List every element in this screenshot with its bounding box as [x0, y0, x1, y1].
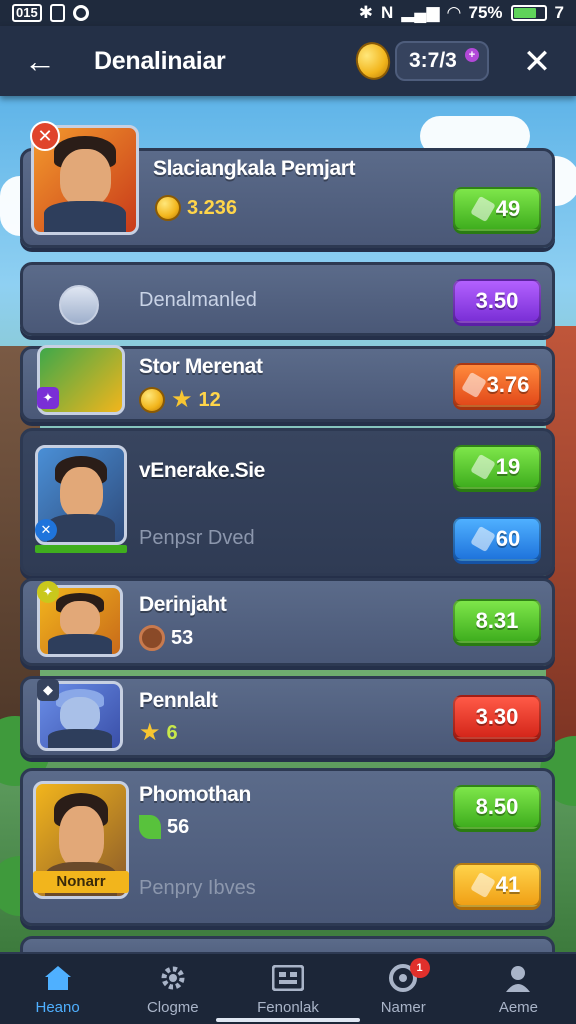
- nav-label: Clogme: [146, 998, 199, 1016]
- nav-item-home[interactable]: Heano: [0, 954, 115, 1024]
- bluetooth-icon: ✱: [358, 3, 373, 22]
- notification-icon: [49, 4, 65, 22]
- rank-badge-icon: ◆: [37, 679, 59, 701]
- nav-label: Heano: [35, 998, 80, 1016]
- home-icon: [42, 963, 74, 993]
- top-app-bar: ← Denalinaiar 3:7/3 + ✕: [0, 26, 576, 96]
- secondary-button[interactable]: 41: [453, 863, 541, 907]
- battery-icon: [510, 5, 547, 21]
- tag-icon: [460, 371, 487, 399]
- buy-button[interactable]: 8.50: [453, 785, 541, 829]
- list-item[interactable]: Denalmanled 3.50: [20, 262, 555, 336]
- list-item[interactable]: ✕ vEnerake.Sie Penpsr Dved 19 60: [20, 428, 555, 576]
- item-stat: ★ 6: [139, 719, 178, 746]
- nav-item-collection[interactable]: Fenonlak: [230, 954, 345, 1024]
- bottom-navigation: Heano Clogme Fenonlak 1 Namer Aeme: [0, 952, 576, 1024]
- back-arrow-icon[interactable]: ←: [20, 41, 60, 81]
- buy-button[interactable]: 49: [453, 187, 541, 231]
- tag-icon: [469, 453, 496, 481]
- page-title: Denalinaiar: [94, 46, 226, 75]
- wifi-icon: ◠: [447, 3, 461, 22]
- coin-icon: [139, 387, 165, 413]
- item-stat: 53: [139, 625, 193, 651]
- chip-icon: [139, 625, 165, 651]
- nfc-icon: N: [380, 3, 394, 22]
- item-name: Derinjaht: [139, 593, 227, 616]
- buy-button[interactable]: 8.31: [453, 599, 541, 643]
- currency-balance[interactable]: 3:7/3 +: [395, 41, 489, 81]
- tag-icon: [469, 525, 496, 553]
- buy-button[interactable]: 19: [453, 445, 541, 489]
- star-icon: ★: [171, 386, 193, 413]
- secondary-button[interactable]: 60: [453, 517, 541, 561]
- add-currency-icon[interactable]: +: [465, 48, 479, 62]
- item-stat: ★ 12: [139, 387, 221, 413]
- coin-icon: [351, 38, 395, 84]
- leaf-icon: [139, 815, 161, 839]
- item-name: Slaciangkala Pemjart: [153, 157, 356, 180]
- notification-badge: 1: [409, 958, 430, 978]
- nav-item-missions[interactable]: 1 Namer: [346, 954, 461, 1024]
- character-banner: Nonarr: [33, 871, 129, 893]
- coin-icon: [155, 195, 181, 221]
- crossed-swords-icon: ✕: [35, 519, 57, 541]
- shuffle-close-icon[interactable]: ✕: [517, 42, 557, 82]
- list-item[interactable]: Nonarr Phomothan 56 Penpry Ibves 8.50 41: [20, 768, 555, 926]
- status-box: 015: [12, 4, 42, 22]
- item-name: Denalmanled: [139, 289, 257, 311]
- progress-bar: [35, 545, 127, 553]
- tag-icon: [469, 871, 496, 899]
- item-name: Stor Merenat: [139, 355, 263, 378]
- list-item[interactable]: ✦ Stor Merenat ★ 12 3.76: [20, 345, 555, 422]
- gear-icon: [157, 963, 189, 993]
- home-indicator[interactable]: [216, 1018, 360, 1022]
- item-subtitle: Penpsr Dved: [139, 527, 255, 549]
- buy-button[interactable]: 3.30: [453, 695, 541, 739]
- star-icon: ★: [139, 719, 161, 746]
- list-item[interactable]: ✕ Slaciangkala Pemjart 3.236 49: [20, 121, 555, 248]
- buy-button[interactable]: 3.76: [453, 363, 541, 407]
- buy-button[interactable]: 3.50: [453, 279, 541, 323]
- list-item[interactable]: ◆ Pennlalt ★ 6 3.30: [20, 676, 555, 758]
- item-name: Phomothan: [139, 783, 251, 806]
- item-name: Pennlalt: [139, 689, 218, 712]
- item-stat: 3.236: [155, 195, 237, 221]
- item-stat: 56: [139, 815, 189, 839]
- item-tag-icon: ✦: [37, 387, 59, 409]
- grid-icon: [272, 963, 304, 993]
- remove-badge-icon[interactable]: ✕: [30, 121, 60, 151]
- tag-icon: [469, 195, 496, 223]
- item-name: vEnerake.Sie: [139, 459, 265, 482]
- signal-icon: ▂▄▆: [401, 3, 440, 22]
- nav-label: Aeme: [498, 998, 538, 1016]
- rank-badge-icon: ✦: [37, 581, 59, 603]
- nav-label: Fenonlak: [257, 998, 319, 1016]
- shield-icon: [59, 285, 99, 325]
- battery-percent: 75%: [468, 3, 503, 22]
- status-circle-icon: [72, 5, 89, 21]
- list-item[interactable]: ✦ Derinjaht 53 8.31: [20, 578, 555, 666]
- status-bar: 015 ✱ N ▂▄▆ ◠ 75% 7: [0, 0, 576, 26]
- item-subtitle: Penpry Ibves: [139, 877, 256, 899]
- status-number: 7: [554, 3, 564, 22]
- nav-label: Namer: [380, 998, 426, 1016]
- currency-value: 3:7/3: [409, 49, 457, 72]
- profile-icon: [502, 963, 534, 993]
- nav-item-profile[interactable]: Aeme: [461, 954, 576, 1024]
- nav-item-settings[interactable]: Clogme: [115, 954, 230, 1024]
